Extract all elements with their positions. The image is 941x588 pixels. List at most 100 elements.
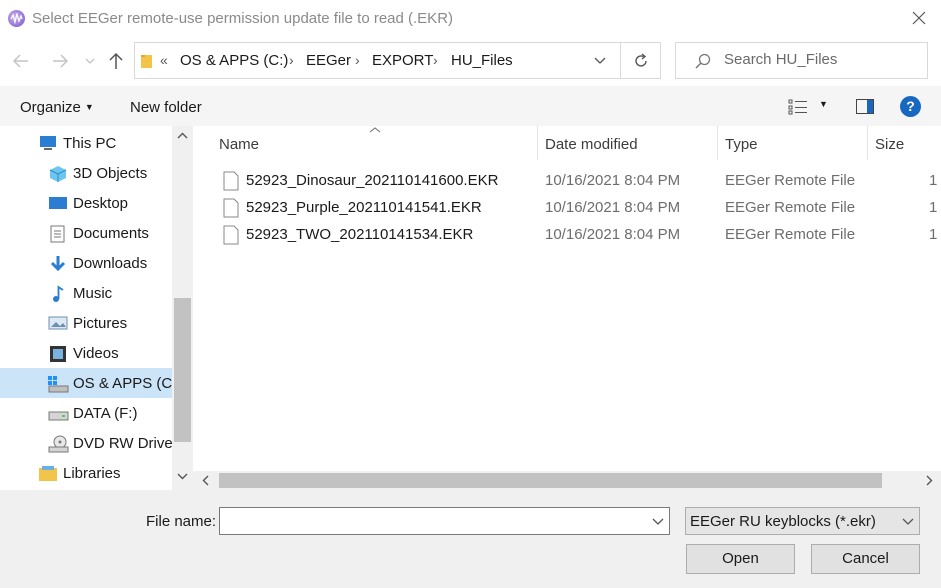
file-type-select[interactable]: EEGer RU keyblocks (*.ekr) — [685, 507, 920, 535]
column-header-name[interactable]: Name — [219, 136, 259, 153]
breadcrumb-separator: › — [289, 52, 294, 68]
pictures-icon — [48, 316, 68, 330]
navigation-scrollbar[interactable] — [172, 126, 193, 490]
close-button[interactable] — [907, 6, 931, 30]
help-icon: ? — [906, 98, 915, 114]
nav-item-documents[interactable]: Documents — [0, 218, 172, 248]
breadcrumb-hu-files[interactable]: HU_Files — [451, 52, 513, 69]
scrollbar-thumb[interactable] — [174, 298, 191, 442]
file-list-pane: Name Date modified Type Size 52923_Dinos… — [193, 126, 941, 490]
breadcrumb-os-apps[interactable]: OS & APPS (C:) — [180, 52, 288, 69]
nav-label: OS & APPS (C:) — [73, 375, 182, 392]
preview-pane-icon — [856, 99, 874, 114]
downloads-icon — [50, 256, 66, 272]
file-type: EEGer Remote File — [725, 226, 856, 243]
nav-item-desktop[interactable]: Desktop — [0, 188, 172, 218]
chevron-down-icon — [85, 58, 95, 64]
documents-icon — [50, 225, 65, 243]
nav-item-3d-objects[interactable]: 3D Objects — [0, 158, 172, 188]
preview-pane-button[interactable] — [856, 99, 874, 118]
nav-item-dvd-drive[interactable]: DVD RW Drive — [0, 428, 173, 458]
up-button[interactable] — [105, 50, 127, 72]
scroll-right-icon[interactable] — [925, 475, 933, 486]
nav-item-this-pc[interactable]: This PC — [0, 128, 172, 158]
file-icon — [223, 171, 239, 191]
eeger-app-icon — [8, 10, 25, 27]
nav-item-data-drive[interactable]: DATA (F:) — [0, 398, 172, 428]
file-size: 1 — [929, 199, 938, 216]
column-header-type[interactable]: Type — [725, 136, 758, 153]
file-size: 1 — [929, 172, 938, 189]
chevron-down-icon[interactable] — [652, 517, 664, 527]
search-box[interactable] — [675, 42, 928, 79]
file-row[interactable]: 52923_TWO_202110141534.EKR 10/16/2021 8:… — [193, 222, 941, 249]
nav-label: Music — [73, 285, 113, 302]
forward-button[interactable] — [49, 50, 71, 72]
file-name-label: File name: — [146, 513, 217, 530]
nav-item-libraries[interactable]: Libraries — [0, 458, 172, 488]
recent-locations-button[interactable] — [82, 50, 104, 72]
breadcrumb-separator: › — [433, 52, 438, 68]
search-icon — [695, 53, 711, 69]
nav-label: Documents — [73, 225, 149, 242]
breadcrumb-separator: › — [355, 52, 360, 68]
nav-item-music[interactable]: Music — [0, 278, 172, 308]
overflow-chevron[interactable]: « — [160, 52, 168, 68]
open-button[interactable]: Open — [686, 544, 795, 574]
scroll-left-icon[interactable] — [202, 475, 210, 486]
back-button[interactable] — [10, 50, 32, 72]
file-row[interactable]: 52923_Purple_202110141541.EKR 10/16/2021… — [193, 195, 941, 222]
view-dropdown-icon[interactable]: ▼ — [819, 99, 828, 109]
search-input[interactable] — [724, 51, 914, 68]
column-divider[interactable] — [717, 126, 718, 160]
column-header-size[interactable]: Size — [875, 136, 904, 153]
scroll-up-icon[interactable] — [177, 132, 188, 140]
nav-item-os-apps-drive[interactable]: OS & APPS (C:) — [0, 368, 181, 398]
chevron-down-icon — [902, 518, 914, 525]
3d-objects-icon — [49, 166, 67, 182]
nav-item-pictures[interactable]: Pictures — [0, 308, 172, 338]
nav-item-downloads[interactable]: Downloads — [0, 248, 172, 278]
nav-label: Pictures — [73, 315, 128, 332]
breadcrumb-eeger[interactable]: EEGer — [306, 52, 351, 69]
horizontal-scrollbar[interactable] — [193, 471, 941, 490]
this-pc-icon — [40, 136, 56, 150]
scroll-down-icon[interactable] — [177, 472, 188, 480]
column-divider[interactable] — [867, 126, 868, 160]
file-name-combobox[interactable] — [219, 507, 670, 535]
nav-label: Desktop — [73, 195, 129, 212]
column-divider[interactable] — [537, 126, 538, 160]
organize-label: Organize — [20, 99, 81, 116]
cancel-button[interactable]: Cancel — [811, 544, 920, 574]
close-icon — [912, 11, 926, 25]
help-button[interactable]: ? — [900, 96, 921, 117]
organize-menu[interactable]: Organize ▼ — [20, 99, 94, 116]
breadcrumb-export[interactable]: EXPORT — [372, 52, 433, 69]
nav-item-videos[interactable]: Videos — [0, 338, 172, 368]
file-name: 52923_TWO_202110141534.EKR — [246, 226, 474, 243]
new-folder-button[interactable]: New folder — [130, 99, 202, 116]
title-bar: Select EEGer remote-use permission updat… — [0, 0, 941, 36]
address-bar[interactable]: « OS & APPS (C:) › EEGer › EXPORT › HU_F… — [134, 42, 661, 79]
address-dropdown-icon[interactable] — [593, 54, 607, 68]
window-title: Select EEGer remote-use permission updat… — [32, 10, 454, 27]
nav-label: DATA (F:) — [73, 405, 138, 422]
file-icon — [223, 225, 239, 245]
scrollbar-thumb[interactable] — [219, 473, 882, 488]
file-type: EEGer Remote File — [725, 172, 856, 189]
refresh-button[interactable] — [620, 42, 661, 79]
videos-icon — [50, 346, 66, 362]
details-view-icon — [788, 99, 807, 115]
column-header-date-modified[interactable]: Date modified — [545, 136, 638, 153]
desktop-icon — [49, 197, 67, 209]
view-options-button[interactable] — [788, 99, 808, 119]
nav-label: Libraries — [63, 465, 121, 482]
navigation-bar: « OS & APPS (C:) › EEGer › EXPORT › HU_F… — [0, 36, 941, 86]
dialog-footer: File name: EEGer RU keyblocks (*.ekr) Op… — [0, 490, 941, 588]
file-row[interactable]: 52923_Dinosaur_202110141600.EKR 10/16/20… — [193, 168, 941, 195]
file-name: 52923_Dinosaur_202110141600.EKR — [246, 172, 499, 189]
drive-icon — [48, 411, 69, 421]
back-arrow-icon — [12, 54, 28, 68]
file-name-input[interactable] — [224, 512, 634, 529]
nav-label: Videos — [73, 345, 119, 362]
